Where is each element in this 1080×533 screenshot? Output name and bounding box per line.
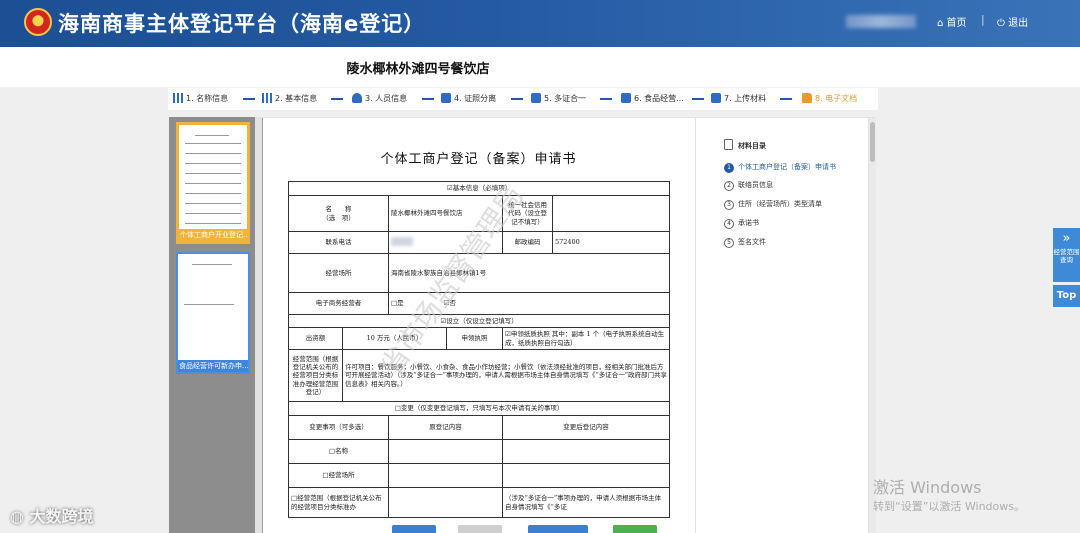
thumbnail-label: 个体工商户开业登记... bbox=[179, 229, 247, 241]
doc-icon bbox=[531, 93, 541, 103]
ecommerce-label: 电子商务经营者 bbox=[288, 292, 389, 315]
document-title: 个体工商户登记（备案）申请书 bbox=[380, 152, 577, 167]
upload-icon bbox=[711, 93, 721, 103]
phone-blurred bbox=[391, 236, 413, 246]
step-8-active[interactable]: 8. 电子文档 bbox=[802, 93, 857, 104]
phone-label: 联系电话 bbox=[288, 231, 389, 254]
basic-info-section: ☑基本信息（必填项） bbox=[287, 181, 671, 196]
capital-value: 10 万元（人民币） bbox=[342, 327, 447, 350]
home-link[interactable]: ⌂ 首页 bbox=[937, 14, 967, 29]
bars-icon bbox=[262, 93, 272, 103]
step-connector bbox=[511, 98, 523, 100]
bottom-button-3[interactable] bbox=[528, 525, 588, 533]
thumbnail-application-form[interactable]: 个体工商户开业登记... bbox=[176, 122, 250, 244]
establish-section: ☑设立（仅设立登记填写） bbox=[287, 314, 671, 328]
postal-label: 邮政编码 bbox=[502, 231, 553, 254]
person-icon bbox=[352, 93, 362, 103]
step-2[interactable]: 2. 基本信息 bbox=[262, 93, 317, 104]
corner-watermark-logo: ◍ 大数跨境 bbox=[10, 507, 94, 526]
step-3[interactable]: 3. 人员信息 bbox=[352, 93, 407, 104]
capital-label: 出资额 bbox=[288, 327, 343, 350]
viewer-scrollbar[interactable] bbox=[869, 118, 876, 533]
windows-activation-title: 激活 Windows bbox=[873, 478, 982, 497]
address-label: 经营场所 bbox=[288, 253, 389, 293]
national-emblem-icon bbox=[24, 8, 52, 36]
step-connector bbox=[422, 98, 434, 100]
directory-title: 材料目录 bbox=[738, 142, 766, 150]
change-scope-note: （涉及“多证合一”事项办理的，申请人须根据市场主体自身情况填写《“多证 bbox=[501, 487, 671, 518]
double-chevron-icon: » bbox=[1062, 231, 1071, 246]
license-value: ☑申领纸质执照 其中：副本 1 个（电子执照系统自动生成，纸质执照自行勾选） bbox=[501, 327, 671, 350]
bottom-button-1[interactable] bbox=[392, 525, 436, 533]
scope-query-float-button[interactable]: » 经营范围查询 bbox=[1053, 228, 1080, 282]
thumbnail-label: 食品经营许可新办申... bbox=[178, 360, 248, 372]
change-address: □经营场所 bbox=[288, 463, 389, 488]
doc-icon bbox=[621, 93, 631, 103]
postal-value: 572400 bbox=[551, 231, 671, 254]
document-list-icon bbox=[724, 139, 733, 150]
step-connector bbox=[331, 98, 343, 100]
scope-label: 经营范围（根据登记机关公布的经营项目分类标准办理经营范围登记） bbox=[288, 349, 343, 402]
step-5[interactable]: 5. 多证合一 bbox=[531, 93, 586, 104]
before-label: 原登记内容 bbox=[388, 415, 503, 440]
user-name-blurred bbox=[846, 15, 916, 28]
directory-item-5[interactable]: 5 签名文件 bbox=[724, 237, 766, 248]
step-connector bbox=[780, 98, 792, 100]
application-form-table: ☑基本信息（必填项） 名 称 （选 项） 陵水椰林外滩四号餐饮店 统一社会信用代… bbox=[287, 181, 671, 518]
step-connector bbox=[243, 98, 255, 100]
step-6[interactable]: 6. 食品经营... bbox=[621, 93, 684, 104]
store-name: 陵水椰林外滩四号餐饮店 bbox=[346, 62, 490, 77]
change-scope: □经营范围（根据登记机关公布的经营项目分类标准办 bbox=[288, 487, 389, 518]
folder-icon bbox=[802, 93, 812, 103]
ecommerce-options: □是 ☑否 bbox=[387, 292, 671, 315]
step-7[interactable]: 7. 上传材料 bbox=[711, 93, 766, 104]
step-1[interactable]: 1. 名称信息 bbox=[173, 93, 228, 104]
thumbnail-food-license[interactable]: 食品经营许可新办申... bbox=[176, 252, 250, 374]
directory-item-4[interactable]: 4 承诺书 bbox=[724, 218, 759, 229]
directory-item-3[interactable]: 3 住所（经营场所）类型清单 bbox=[724, 199, 822, 210]
directory-panel bbox=[696, 118, 868, 533]
name-value: 陵水椰林外滩四号餐饮店 bbox=[388, 195, 503, 232]
scope-value: 许可项目：餐饮服务；小餐饮、小食杂、食品小作坊经营；小餐饮（依法须经批准的项目，… bbox=[341, 349, 671, 402]
logout-label[interactable]: 退出 bbox=[1008, 18, 1028, 29]
license-label: 申领执照 bbox=[446, 327, 503, 350]
site-title: 海南商事主体登记平台（海南e登记） bbox=[58, 12, 426, 36]
change-item-label: 变更事项（可多选） bbox=[288, 415, 389, 440]
phone-value bbox=[388, 231, 503, 254]
credit-code-value bbox=[551, 195, 671, 232]
logout-link[interactable]: ⏻ 退出 bbox=[997, 14, 1028, 29]
home-label[interactable]: 首页 bbox=[947, 18, 967, 29]
back-to-top-button[interactable]: Top bbox=[1053, 285, 1080, 307]
bottom-button-4[interactable] bbox=[613, 525, 657, 533]
directory-item-2[interactable]: 2 联络员信息 bbox=[724, 180, 773, 191]
step-4[interactable]: 4. 证照分离 bbox=[441, 93, 496, 104]
nav-separator: | bbox=[981, 13, 985, 26]
step-connector bbox=[600, 98, 612, 100]
change-section: □变更（仅变更登记填写，只填写与本次申请有关的事项） bbox=[287, 401, 671, 416]
change-name: □名称 bbox=[288, 439, 389, 464]
directory-item-1[interactable]: 1 个体工商户登记（备案）申请书 bbox=[724, 162, 836, 173]
address-value: 海南省陵水黎族自治县椰林镇1号 bbox=[387, 253, 671, 293]
doc-icon bbox=[441, 93, 451, 103]
name-label: 名 称 （选 项） bbox=[288, 195, 389, 232]
bottom-button-2[interactable] bbox=[458, 525, 502, 533]
step-connector bbox=[692, 98, 704, 100]
bars-icon bbox=[173, 93, 183, 103]
after-label: 变更后登记内容 bbox=[501, 415, 671, 440]
windows-activation-subtitle: 转到“设置”以激活 Windows。 bbox=[873, 500, 1025, 513]
credit-code-label: 统一社会信用代码（设立登记不填写） bbox=[502, 195, 553, 232]
